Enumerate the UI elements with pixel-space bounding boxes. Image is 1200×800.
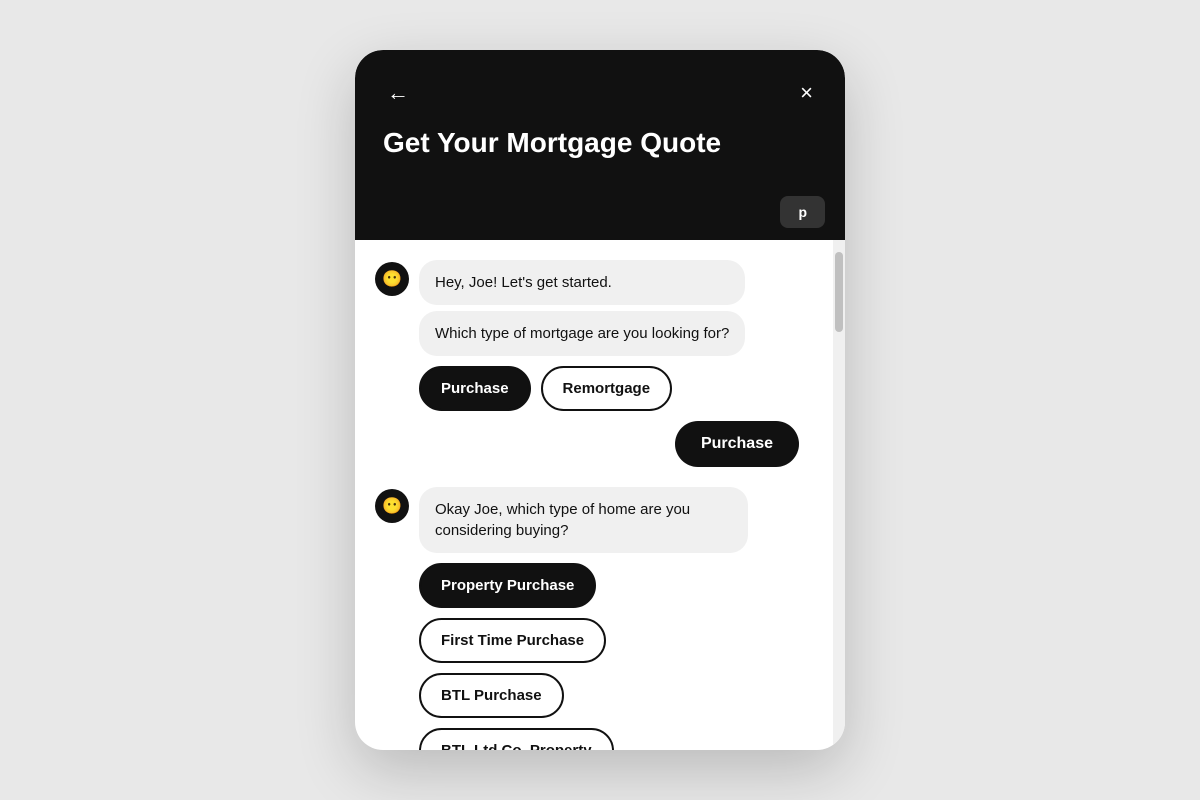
option-first-time-purchase[interactable]: First Time Purchase (419, 618, 606, 663)
mortgage-options-row: Purchase Remortgage (419, 366, 745, 411)
question1-bubble: Which type of mortgage are you looking f… (419, 311, 745, 356)
greeting-bubble: Hey, Joe! Let's get started. (419, 260, 745, 305)
user-reply-1-row: Purchase (375, 421, 813, 467)
bot-message-group-1: 😶 Hey, Joe! Let's get started. Which typ… (375, 260, 813, 411)
home-options-row: Property Purchase First Time Purchase BT… (419, 563, 748, 750)
scrollbar-thumb[interactable] (835, 252, 843, 332)
option-purchase[interactable]: Purchase (419, 366, 531, 411)
header: ← × Get Your Mortgage Quote (355, 50, 845, 188)
bot-avatar-2: 😶 (375, 489, 409, 523)
bot-avatar-1: 😶 (375, 262, 409, 296)
back-button[interactable]: ← (383, 78, 413, 108)
close-button[interactable]: × (796, 78, 817, 108)
option-btl-ltd[interactable]: BTL Ltd Co. Property (419, 728, 614, 750)
option-btl-purchase[interactable]: BTL Purchase (419, 673, 564, 718)
bot-message-group-2: 😶 Okay Joe, which type of home are you c… (375, 487, 813, 750)
page-title: Get Your Mortgage Quote (383, 126, 817, 160)
header-nav: ← × (383, 78, 817, 108)
user-bubble-1: Purchase (675, 421, 799, 467)
bot-messages-1: Hey, Joe! Let's get started. Which type … (419, 260, 745, 411)
top-bar-button[interactable]: p (780, 196, 825, 228)
scrollbar-track[interactable] (833, 240, 845, 750)
chat-area-wrapper: 😶 Hey, Joe! Let's get started. Which typ… (355, 240, 845, 750)
option-remortgage[interactable]: Remortgage (541, 366, 673, 411)
option-property-purchase[interactable]: Property Purchase (419, 563, 596, 608)
top-bar: p (355, 188, 845, 240)
bot-messages-2: Okay Joe, which type of home are you con… (419, 487, 748, 750)
question2-bubble: Okay Joe, which type of home are you con… (419, 487, 748, 553)
phone-container: ← × Get Your Mortgage Quote p 😶 Hey, Joe… (355, 50, 845, 750)
bot-icon-1: 😶 (382, 269, 402, 289)
bot-icon-2: 😶 (382, 496, 402, 516)
chat-area: 😶 Hey, Joe! Let's get started. Which typ… (355, 240, 833, 750)
